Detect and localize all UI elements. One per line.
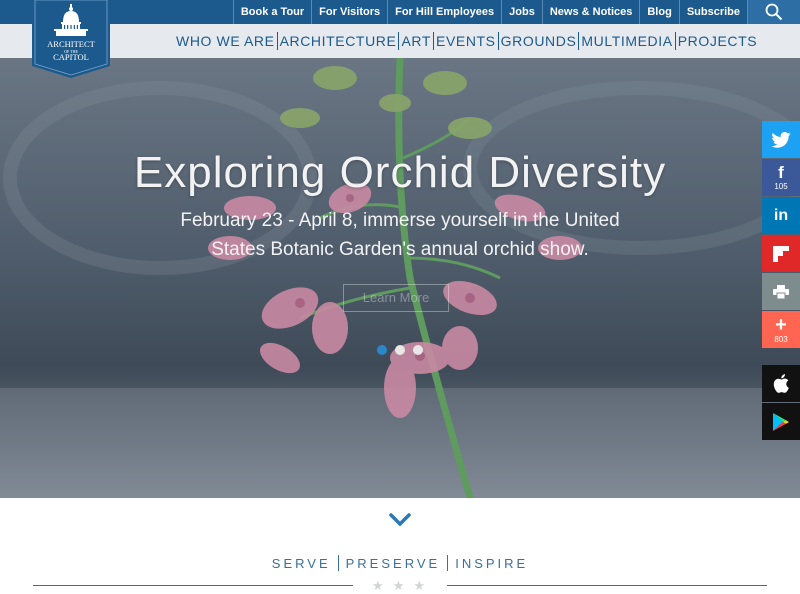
flipboard-share-button[interactable]: [762, 235, 800, 272]
plus-icon: +: [775, 313, 787, 336]
hero-subtitle: February 23 - April 8, immerse yourself …: [180, 210, 620, 260]
main-nav-links: WHO WE ARE ARCHITECTURE ART EVENTS GROUN…: [174, 24, 759, 58]
main-navigation: WHO WE ARE ARCHITECTURE ART EVENTS GROUN…: [0, 24, 800, 58]
nav-events[interactable]: EVENTS: [433, 32, 498, 50]
app-store-button[interactable]: [762, 365, 800, 402]
slide-dot-3[interactable]: [413, 345, 423, 355]
subscribe-link[interactable]: Subscribe: [678, 0, 747, 24]
search-icon: [765, 3, 783, 21]
architect-of-the-capitol-logo[interactable]: ARCHITECT OF THE CAPITOL: [32, 0, 110, 78]
share-count: 803: [774, 334, 788, 344]
learn-more-button[interactable]: Learn More: [343, 284, 449, 312]
divider-line-right: [447, 585, 767, 586]
hero-title: Exploring Orchid Diversity: [133, 148, 667, 197]
slider-pagination: [377, 345, 423, 355]
tagline: SERVE PRESERVE INSPIRE: [0, 555, 800, 571]
svg-text:ARCHITECT: ARCHITECT: [47, 39, 96, 49]
slide-dot-2[interactable]: [395, 345, 405, 355]
utility-links: Book a Tour For Visitors For Hill Employ…: [232, 0, 800, 24]
nav-who-we-are[interactable]: WHO WE ARE: [174, 32, 277, 50]
linkedin-share-button[interactable]: in: [762, 197, 800, 234]
facebook-share-button[interactable]: f 105: [762, 159, 800, 196]
for-visitors-link[interactable]: For Visitors: [311, 0, 387, 24]
twitter-icon: [771, 131, 791, 148]
flipboard-icon: [773, 245, 789, 262]
decorative-stars: ★ ★ ★: [372, 578, 425, 594]
scroll-down-chevron-icon[interactable]: [389, 513, 411, 527]
linkedin-icon: in: [773, 206, 789, 224]
news-notices-link[interactable]: News & Notices: [541, 0, 640, 24]
orchid-hero-image: [0, 58, 800, 498]
svg-text:CAPITOL: CAPITOL: [53, 52, 89, 62]
print-button[interactable]: [762, 273, 800, 310]
nav-grounds[interactable]: GROUNDS: [497, 32, 579, 50]
twitter-share-button[interactable]: [762, 121, 800, 158]
jobs-link[interactable]: Jobs: [501, 0, 542, 24]
for-hill-employees-link[interactable]: For Hill Employees: [387, 0, 501, 24]
tagline-preserve: PRESERVE: [345, 555, 441, 571]
social-share-bar: f 105 in + 803: [762, 121, 800, 441]
search-button[interactable]: [747, 0, 800, 24]
tagline-serve: SERVE: [271, 555, 331, 571]
google-play-button[interactable]: [762, 403, 800, 440]
slide-dot-1[interactable]: [377, 345, 387, 355]
apple-icon: [773, 374, 789, 393]
hero-slider: Exploring Orchid Diversity February 23 -…: [0, 58, 800, 498]
star-icon: ★: [372, 578, 384, 593]
tagline-inspire: INSPIRE: [455, 555, 529, 571]
print-icon: [773, 284, 789, 299]
top-utility-bar: Book a Tour For Visitors For Hill Employ…: [0, 0, 800, 24]
star-icon: ★: [392, 578, 405, 593]
facebook-icon: f: [778, 163, 784, 182]
more-share-button[interactable]: + 803: [762, 311, 800, 348]
nav-art[interactable]: ART: [398, 32, 433, 50]
book-a-tour-link[interactable]: Book a Tour: [232, 0, 311, 24]
blog-link[interactable]: Blog: [639, 0, 678, 24]
nav-multimedia[interactable]: MULTIMEDIA: [578, 32, 674, 50]
divider-line-left: [33, 585, 353, 586]
nav-projects[interactable]: PROJECTS: [674, 32, 759, 50]
star-icon: ★: [413, 578, 425, 593]
facebook-share-count: 105: [774, 182, 788, 191]
google-play-icon: [773, 412, 789, 431]
nav-architecture[interactable]: ARCHITECTURE: [276, 32, 399, 50]
